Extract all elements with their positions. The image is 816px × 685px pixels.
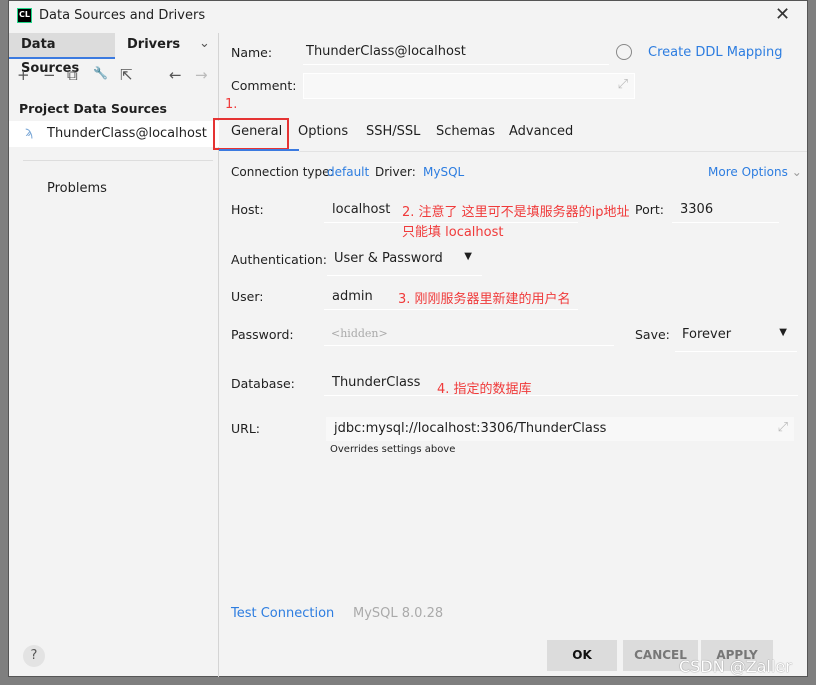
- duplicate-icon[interactable]: ⧉: [67, 66, 78, 84]
- url-label: URL:: [231, 421, 261, 436]
- more-options-link[interactable]: More Options ⌄: [708, 165, 802, 179]
- left-panel: Data Sources Drivers ⌄ + − ⧉ 🔧 ⇱ ← → Pro…: [9, 33, 219, 631]
- port-label: Port:: [635, 202, 664, 217]
- list-item-label: ThunderClass@localhost: [47, 126, 207, 141]
- tab-general[interactable]: General: [231, 124, 282, 139]
- tab-ssh-ssl[interactable]: SSH/SSL: [366, 124, 420, 139]
- divider: [23, 160, 213, 161]
- expand-icon[interactable]: ⤢: [778, 420, 788, 435]
- port-input[interactable]: 3306: [672, 196, 779, 223]
- annotation-2-line2: 只能填 localhost: [402, 225, 504, 240]
- url-value: jdbc:mysql://localhost:3306/ThunderClass: [334, 421, 607, 436]
- test-connection-link[interactable]: Test Connection: [231, 606, 334, 621]
- comment-label: Comment:: [231, 78, 297, 93]
- database-value: ThunderClass: [332, 375, 421, 390]
- forward-icon[interactable]: →: [195, 66, 208, 84]
- url-input[interactable]: jdbc:mysql://localhost:3306/ThunderClass…: [326, 417, 794, 441]
- authentication-label: Authentication:: [231, 252, 327, 267]
- window-title: Data Sources and Drivers: [39, 8, 206, 23]
- port-value: 3306: [680, 202, 714, 217]
- user-value: admin: [332, 289, 373, 304]
- annotation-1: 1.: [225, 97, 238, 112]
- save-value: Forever: [682, 327, 732, 342]
- ok-button[interactable]: OK: [547, 640, 617, 671]
- more-options-label: More Options: [708, 165, 788, 179]
- save-select[interactable]: Forever ▼: [675, 319, 797, 352]
- dropdown-arrow-icon: ▼: [464, 251, 472, 262]
- authentication-select[interactable]: User & Password ▼: [327, 246, 482, 276]
- wrench-icon[interactable]: 🔧: [93, 66, 108, 80]
- driver-label: Driver:: [375, 165, 416, 179]
- ddl-radio[interactable]: [616, 44, 632, 60]
- tab-schemas[interactable]: Schemas: [436, 124, 495, 139]
- host-value: localhost: [332, 202, 391, 217]
- driver-version: MySQL 8.0.28: [353, 606, 444, 621]
- problems-item[interactable]: Problems: [47, 181, 107, 196]
- password-placeholder: <hidden>: [331, 327, 388, 340]
- tab-data-sources[interactable]: Data Sources: [9, 33, 115, 76]
- database-label: Database:: [231, 376, 295, 391]
- connection-type-link[interactable]: default: [327, 165, 369, 179]
- remove-icon[interactable]: −: [43, 66, 56, 84]
- password-label: Password:: [231, 327, 294, 342]
- password-input[interactable]: <hidden>: [324, 321, 614, 346]
- name-label: Name:: [231, 45, 273, 60]
- mysql-dolphin-icon: ϡ: [25, 125, 34, 140]
- connection-type-label: Connection type:: [231, 165, 334, 179]
- list-item[interactable]: ϡ ThunderClass@localhost: [9, 121, 219, 147]
- chevron-down-icon[interactable]: ⌄: [199, 36, 210, 51]
- driver-link[interactable]: MySQL: [423, 165, 464, 179]
- title-bar: CL Data Sources and Drivers ✕: [9, 1, 807, 33]
- close-icon[interactable]: ✕: [775, 4, 790, 25]
- active-tab-indicator: [219, 149, 299, 151]
- expand-icon[interactable]: ⤢: [618, 77, 628, 92]
- authentication-value: User & Password: [334, 251, 443, 266]
- tabs-divider: [299, 151, 807, 152]
- annotation-2-line1: 2. 注意了 这里可不是填服务器的ip地址: [402, 205, 630, 220]
- add-icon[interactable]: +: [17, 66, 30, 84]
- back-icon[interactable]: ←: [169, 66, 182, 84]
- annotation-3: 3. 刚刚服务器里新建的用户名: [398, 292, 571, 307]
- database-input[interactable]: ThunderClass: [324, 368, 798, 396]
- watermark: CSDN @Zaller: [679, 657, 792, 676]
- annotation-4: 4. 指定的数据库: [437, 382, 532, 397]
- help-button[interactable]: ?: [23, 645, 45, 667]
- name-value: ThunderClass@localhost: [306, 44, 466, 59]
- url-hint: Overrides settings above: [330, 444, 456, 455]
- tab-advanced[interactable]: Advanced: [509, 124, 573, 139]
- tab-drivers[interactable]: Drivers: [115, 33, 192, 59]
- user-label: User:: [231, 289, 264, 304]
- section-title: Project Data Sources: [19, 101, 167, 116]
- tab-options[interactable]: Options: [298, 124, 348, 139]
- dropdown-arrow-icon: ▼: [779, 327, 787, 338]
- app-logo: CL: [17, 8, 32, 23]
- host-label: Host:: [231, 202, 264, 217]
- comment-input[interactable]: ⤢: [303, 73, 635, 99]
- save-label: Save:: [635, 327, 670, 342]
- dialog: CL Data Sources and Drivers ✕ Data Sourc…: [8, 0, 808, 677]
- chevron-down-icon: ⌄: [791, 165, 802, 179]
- create-ddl-mapping-link[interactable]: Create DDL Mapping: [648, 45, 783, 60]
- navigate-icon[interactable]: ⇱: [120, 66, 133, 84]
- name-input[interactable]: ThunderClass@localhost: [303, 41, 609, 65]
